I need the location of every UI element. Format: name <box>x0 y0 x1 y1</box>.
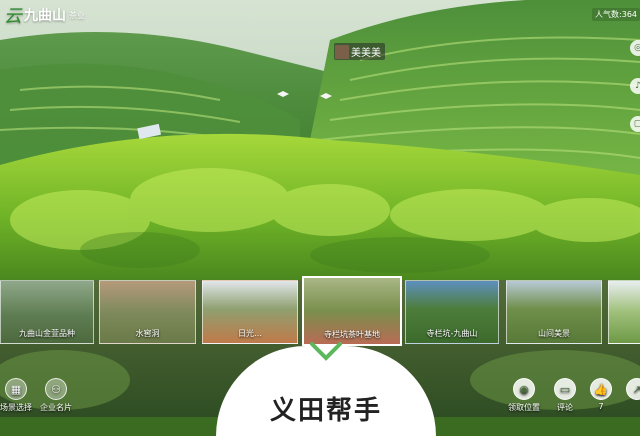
share-icon: ↗ <box>626 378 640 400</box>
scene-thumbnail-label: 九曲山金萱品种 <box>19 329 75 338</box>
scene-thumbnail-label: 水窖洞 <box>135 329 160 338</box>
scene-thumbnail[interactable]: 九曲山金萱品种 <box>0 280 94 344</box>
bottom-left-toolbar: ▦ 场景选择 ⚇ 企业名片 <box>0 378 72 413</box>
scene-thumbnail[interactable]: 山间美景 <box>506 280 602 344</box>
scene-thumbnail[interactable]: 日光… <box>202 280 298 344</box>
comment-label: 评论 <box>557 403 573 412</box>
like-count: 7 <box>598 402 604 411</box>
scene-select-icon: ▦ <box>5 378 27 400</box>
gyro-icon: ◎ <box>634 43 640 53</box>
comment-button[interactable]: ▭ 评论 <box>554 378 576 413</box>
location-icon: ◉ <box>513 378 535 400</box>
scene-thumbnail-label: 山间美景 <box>538 329 570 338</box>
business-card-icon: ⚇ <box>45 378 67 400</box>
brand-sub: 茶业 <box>69 10 85 20</box>
location-button[interactable]: ◉ 领取位置 <box>508 378 540 413</box>
chevron-up-icon[interactable] <box>308 340 344 362</box>
page-title: 义田帮手 <box>269 396 382 426</box>
scene-thumbnail-label: 寺栏坑-九曲山 <box>426 329 478 338</box>
location-label: 领取位置 <box>508 403 540 412</box>
avatar <box>335 44 349 59</box>
scene-thumbnail-label: 日光… <box>238 329 262 338</box>
scene-thumbnail[interactable] <box>608 280 640 344</box>
user-hotspot-tag[interactable]: 美美美 <box>334 43 385 60</box>
comment-icon: ▭ <box>554 378 576 400</box>
hotspot-label: 美美美 <box>351 48 381 59</box>
like-button[interactable]: 👍 7 <box>590 378 612 413</box>
scene-thumbnail-active[interactable]: 寺栏坑茶叶基地 <box>302 276 402 346</box>
brand-mark: 云 <box>4 6 22 27</box>
scene-select-button[interactable]: ▦ 场景选择 <box>0 378 32 413</box>
side-button-3[interactable]: ▢ <box>630 116 640 132</box>
scene-thumbnail-strip: 九曲山金萱品种 水窖洞 日光… 寺栏坑茶叶基地 寺栏坑-九曲山 山间美景 <box>0 276 640 346</box>
side-button-2[interactable]: ♪ <box>630 78 640 94</box>
scene-thumbnail-label: 寺栏坑茶叶基地 <box>324 330 380 339</box>
fullscreen-icon: ▢ <box>633 119 640 129</box>
business-card-label: 企业名片 <box>40 403 72 412</box>
share-button[interactable]: ↗ <box>626 378 640 413</box>
brand-logo: 云 九曲山 茶业 <box>4 2 85 28</box>
music-icon: ♪ <box>635 81 640 91</box>
brand-name: 九曲山 <box>24 8 66 24</box>
business-card-button[interactable]: ⚇ 企业名片 <box>40 378 72 413</box>
side-button-1[interactable]: ◎ <box>630 40 640 56</box>
bottom-right-toolbar: ◉ 领取位置 ▭ 评论 👍 7 ↗ <box>508 378 640 413</box>
scene-thumbnail[interactable]: 水窖洞 <box>99 280 196 344</box>
popularity-counter: 人气数:364 <box>592 8 640 21</box>
like-icon: 👍 <box>590 378 612 400</box>
scene-select-label: 场景选择 <box>0 403 32 412</box>
scene-thumbnail[interactable]: 寺栏坑-九曲山 <box>405 280 499 344</box>
